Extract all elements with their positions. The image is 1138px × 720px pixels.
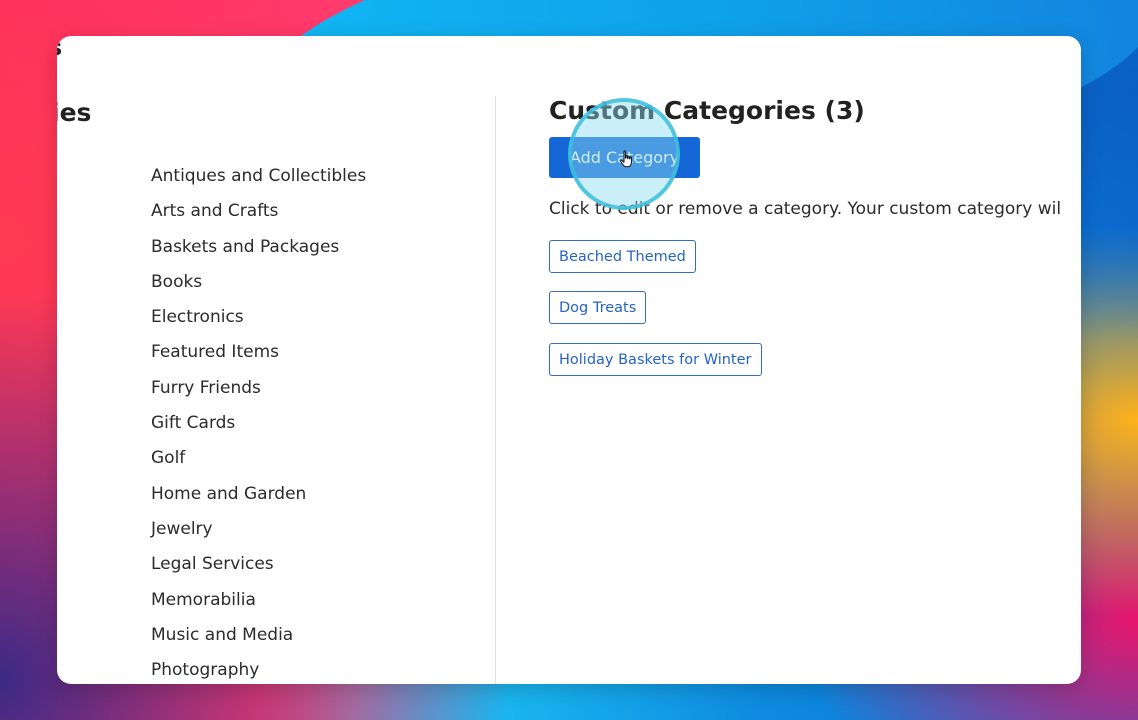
category-item[interactable]: Golf [151, 445, 366, 480]
custom-categories-help-text: Click to edit or remove a category. Your… [549, 199, 1062, 219]
custom-category-tag[interactable]: Holiday Baskets for Winter [549, 343, 762, 376]
page-title-fragment: s [57, 36, 62, 61]
category-item[interactable]: Home and Garden [151, 481, 366, 516]
category-item[interactable]: Arts and Crafts [151, 198, 366, 233]
category-item[interactable]: Music and Media [151, 622, 366, 657]
add-category-button[interactable]: Add Category [549, 137, 700, 178]
standard-categories-heading: ies [57, 98, 92, 127]
category-item[interactable]: Memorabilia [151, 587, 366, 622]
categories-window: s ies Antiques and Collectibles Arts and… [57, 36, 1081, 684]
custom-category-tag[interactable]: Dog Treats [549, 291, 647, 324]
custom-category-tag[interactable]: Beached Themed [549, 240, 696, 273]
category-item[interactable]: Books [151, 269, 366, 304]
category-item[interactable]: Furry Friends [151, 375, 366, 410]
category-item[interactable]: Jewelry [151, 516, 366, 551]
standard-category-list: Antiques and Collectibles Arts and Craft… [151, 163, 366, 684]
category-item[interactable]: Antiques and Collectibles [151, 163, 366, 198]
category-item[interactable]: Featured Items [151, 339, 366, 374]
category-item[interactable]: Gift Cards [151, 410, 366, 445]
desktop-wallpaper: s ies Antiques and Collectibles Arts and… [0, 0, 1138, 720]
column-divider [495, 96, 496, 684]
category-item[interactable]: Legal Services [151, 551, 366, 586]
category-item[interactable]: Baskets and Packages [151, 234, 366, 269]
category-item[interactable]: Electronics [151, 304, 366, 339]
category-item[interactable]: Photography [151, 657, 366, 684]
custom-categories-heading: Custom Categories (3) [549, 96, 865, 125]
